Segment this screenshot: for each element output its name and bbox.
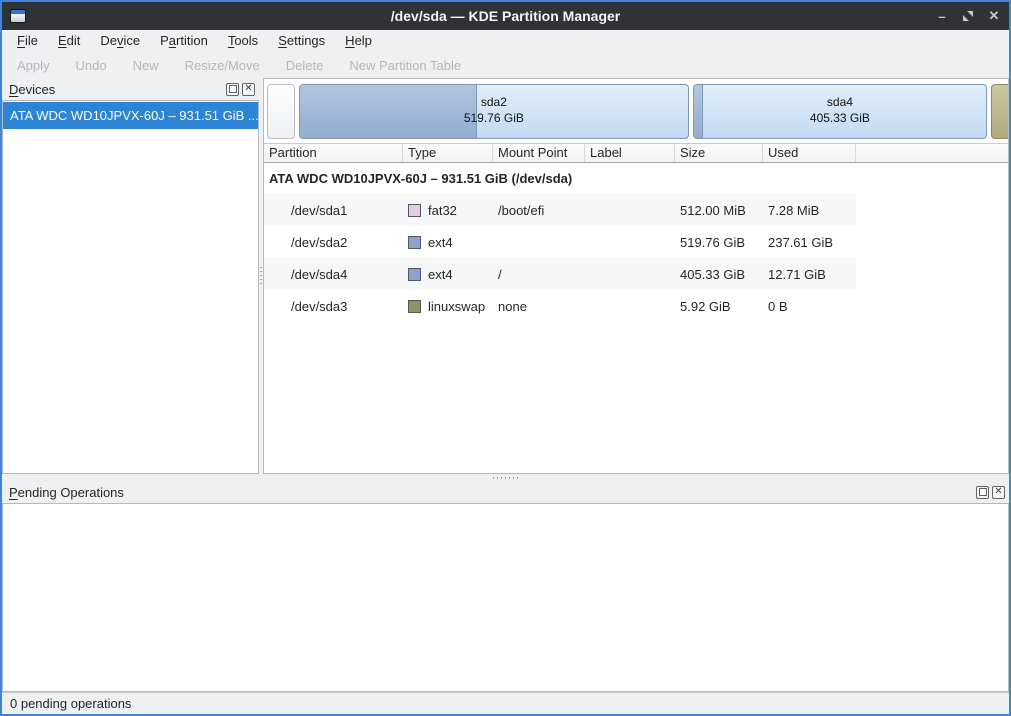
cell-type: fat32 [403,203,493,218]
partition-segment-sda1[interactable] [267,84,295,139]
cell-size: 405.33 GiB [675,267,763,282]
splitter-handle [260,267,262,285]
cell-mount-point: none [493,299,585,314]
table-row[interactable]: /dev/sda3 linuxswap none 5.92 GiB 0 B [264,290,856,322]
partition-segment-sda2[interactable]: sda2 519.76 GiB [299,84,689,139]
cell-partition: /dev/sda2 [264,235,403,250]
cell-used: 237.61 GiB [763,235,856,250]
column-header-used[interactable]: Used [763,144,856,162]
cell-size: 5.92 GiB [675,299,763,314]
segment-label: sda4 [827,95,853,111]
undo-button[interactable]: Undo [63,58,120,73]
devices-dock-buttons: ✕ [226,83,255,96]
menu-partition[interactable]: Partition [150,30,218,52]
column-header-size[interactable]: Size [675,144,763,162]
cell-partition: /dev/sda3 [264,299,403,314]
pending-operations-title: Pending Operations [9,485,124,500]
cell-type: ext4 [403,267,493,282]
window-controls: – ✕ [935,9,1001,23]
menu-tools[interactable]: Tools [218,30,268,52]
dock-float-icon[interactable] [976,486,989,499]
column-header-type[interactable]: Type [403,144,493,162]
filesystem-color-swatch [408,204,421,217]
window-title: /dev/sda — KDE Partition Manager [2,8,1009,24]
table-row[interactable]: /dev/sda2 ext4 519.76 GiB 237.61 GiB [264,226,856,258]
main-area: Devices ✕ ATA WDC WD10JPVX-60J – 931.51 … [2,78,1009,474]
pending-operations-list [2,503,1009,692]
dock-float-icon[interactable] [226,83,239,96]
cell-partition: /dev/sda1 [264,203,403,218]
app-window: /dev/sda — KDE Partition Manager – ✕ Fil… [0,0,1011,716]
cell-mount-point: / [493,267,585,282]
cell-type: ext4 [403,235,493,250]
close-icon[interactable]: ✕ [987,9,1001,23]
table-header: Partition Type Mount Point Label Size Us… [264,143,1008,163]
menu-file[interactable]: File [7,30,48,52]
column-header-label[interactable]: Label [585,144,675,162]
column-header-filler [856,144,1008,162]
new-partition-table-button[interactable]: New Partition Table [336,58,474,73]
partition-pane: sda2 519.76 GiB sda4 405.33 GiB Partitio… [263,78,1009,474]
used-space-overlay [300,85,477,138]
delete-button[interactable]: Delete [273,58,337,73]
horizontal-splitter[interactable] [2,474,1009,481]
segment-size: 519.76 GiB [464,111,524,127]
table-row[interactable]: /dev/sda4 ext4 / 405.33 GiB 12.71 GiB [264,258,856,290]
titlebar[interactable]: /dev/sda — KDE Partition Manager – ✕ [2,2,1009,30]
dock-close-icon[interactable]: ✕ [992,486,1005,499]
device-group-row[interactable]: ATA WDC WD10JPVX-60J – 931.51 GiB (/dev/… [264,163,1008,194]
devices-list: ATA WDC WD10JPVX-60J – 931.51 GiB ... [2,100,259,474]
statusbar: 0 pending operations [2,692,1009,714]
used-space-overlay [694,85,703,138]
resize-move-button[interactable]: Resize/Move [172,58,273,73]
cell-mount-point: /boot/efi [493,203,585,218]
segment-label: sda2 [481,95,507,111]
menu-edit[interactable]: Edit [48,30,90,52]
cell-size: 519.76 GiB [675,235,763,250]
minimize-icon[interactable]: – [935,9,949,23]
restore-icon[interactable] [961,9,975,23]
splitter-handle [493,477,519,479]
cell-size: 512.00 MiB [675,203,763,218]
cell-used: 12.71 GiB [763,267,856,282]
cell-used: 0 B [763,299,856,314]
menu-settings[interactable]: Settings [268,30,335,52]
filesystem-color-swatch [408,268,421,281]
app-icon [10,9,26,23]
cell-type: linuxswap [403,299,493,314]
partition-segment-sda4[interactable]: sda4 405.33 GiB [693,84,987,139]
pending-operations-panel: Pending Operations ✕ [2,481,1009,692]
partition-bar: sda2 519.76 GiB sda4 405.33 GiB [264,79,1008,143]
menu-help[interactable]: Help [335,30,382,52]
filesystem-color-swatch [408,236,421,249]
apply-button[interactable]: Apply [4,58,63,73]
devices-panel: Devices ✕ ATA WDC WD10JPVX-60J – 931.51 … [2,78,259,474]
segment-size: 405.33 GiB [810,111,870,127]
devices-panel-header: Devices ✕ [2,78,259,100]
menu-device[interactable]: Device [90,30,150,52]
dock-close-icon[interactable]: ✕ [242,83,255,96]
pending-operations-header: Pending Operations ✕ [2,481,1009,503]
new-button[interactable]: New [120,58,172,73]
pending-dock-buttons: ✕ [976,486,1005,499]
cell-partition: /dev/sda4 [264,267,403,282]
pending-operations-count: 0 pending operations [10,696,131,711]
partition-segment-sda3[interactable] [991,84,1009,139]
device-list-item[interactable]: ATA WDC WD10JPVX-60J – 931.51 GiB ... [3,102,258,129]
cell-used: 7.28 MiB [763,203,856,218]
menubar: File Edit Device Partition Tools Setting… [2,30,1009,52]
column-header-mount-point[interactable]: Mount Point [493,144,585,162]
column-header-partition[interactable]: Partition [264,144,403,162]
devices-panel-title: Devices [9,82,55,97]
filesystem-color-swatch [408,300,421,313]
toolbar: Apply Undo New Resize/Move Delete New Pa… [2,52,1009,78]
table-row[interactable]: /dev/sda1 fat32 /boot/efi 512.00 MiB 7.2… [264,194,856,226]
